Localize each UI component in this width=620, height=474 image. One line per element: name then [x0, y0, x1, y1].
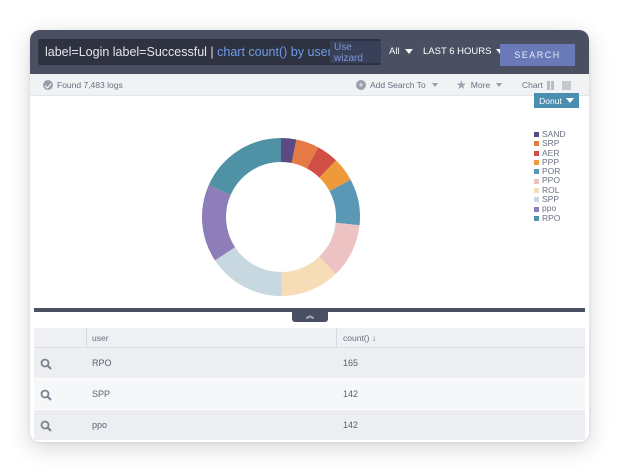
chart-panel: SANDSRPAERPPPPORPPOROLSPPppoRPO [30, 96, 589, 308]
log-search-window: label=Login label=Successful | chart cou… [30, 30, 589, 442]
legend-swatch [534, 132, 539, 137]
chevron-down-icon [566, 98, 574, 103]
legend-item[interactable]: RPO [534, 214, 566, 223]
cell-user: RPO [92, 348, 112, 379]
chevron-down-icon [405, 49, 413, 54]
add-search-to-menu[interactable]: + Add Search To [356, 74, 438, 96]
more-label: More [471, 80, 490, 90]
chart-legend: SANDSRPAERPPPPORPPOROLSPPppoRPO [534, 130, 566, 223]
legend-swatch [534, 216, 539, 221]
cell-user: ppo [92, 410, 107, 441]
cell-user: SPP [92, 379, 110, 410]
star-icon: ★ [456, 80, 467, 90]
legend-swatch [534, 197, 539, 202]
legend-label: RPO [542, 214, 560, 223]
plus-circle-icon: + [356, 80, 366, 90]
use-wizard-link[interactable]: Use wizard [330, 41, 381, 63]
table-row[interactable]: SPP 142 [34, 379, 585, 410]
column-header-count[interactable]: count() ↓ [343, 328, 376, 348]
column-separator [86, 328, 87, 348]
add-search-label: Add Search To [370, 80, 426, 90]
donut-chart [30, 96, 589, 308]
legend-swatch [534, 160, 539, 165]
results-table: user count() ↓ RPO 165 SPP 142 ppo 142 [34, 328, 585, 441]
legend-swatch [534, 188, 539, 193]
scope-dropdown[interactable]: All [389, 46, 413, 57]
legend-swatch [534, 169, 539, 174]
check-circle-icon [43, 80, 53, 90]
time-range-dropdown[interactable]: LAST 6 HOURS [423, 46, 504, 57]
cell-count: 165 [343, 348, 358, 379]
found-status: Found 7,483 logs [43, 74, 123, 96]
donut-slice-rpo[interactable] [209, 138, 281, 195]
search-button[interactable]: SEARCH [500, 44, 575, 66]
legend-swatch [534, 151, 539, 156]
donut-slice-spp[interactable] [215, 247, 282, 296]
magnifier-icon[interactable] [40, 420, 52, 432]
found-count-text: Found 7,483 logs [57, 80, 123, 90]
legend-swatch [534, 141, 539, 146]
query-text: label=Login label=Successful | [45, 45, 217, 59]
magnifier-icon[interactable] [40, 389, 52, 401]
table-row[interactable]: RPO 165 [34, 348, 585, 379]
table-row[interactable]: ppo 142 [34, 410, 585, 441]
legend-swatch [534, 179, 539, 184]
search-header: label=Login label=Successful | chart cou… [30, 30, 589, 74]
query-input[interactable]: label=Login label=Successful | chart cou… [38, 39, 381, 65]
chevron-down-icon [432, 83, 438, 87]
scope-label: All [389, 46, 400, 57]
column-header-user[interactable]: user [92, 328, 109, 348]
results-toolbar: Found 7,483 logs + Add Search To ★ More … [30, 74, 589, 96]
chart-type-dropdown[interactable]: Donut [534, 93, 579, 108]
columns-icon[interactable] [547, 81, 554, 90]
count-header-label: count() [343, 333, 369, 343]
time-range-label: LAST 6 HOURS [423, 46, 491, 57]
chevron-down-icon [496, 83, 502, 87]
table-view-icon[interactable] [562, 81, 571, 90]
chart-label: Chart [522, 80, 543, 90]
cell-count: 142 [343, 379, 358, 410]
column-separator [336, 328, 337, 348]
sort-down-arrow-icon: ↓ [372, 333, 376, 343]
collapse-chevron-icon[interactable]: ︽ [292, 310, 328, 322]
table-header: user count() ↓ [34, 328, 585, 348]
legend-swatch [534, 207, 539, 212]
cell-count: 142 [343, 410, 358, 441]
donut-slice-ppo[interactable] [202, 185, 235, 260]
chart-type-label: Donut [539, 96, 562, 106]
more-menu[interactable]: ★ More [456, 74, 502, 96]
magnifier-icon[interactable] [40, 358, 52, 370]
